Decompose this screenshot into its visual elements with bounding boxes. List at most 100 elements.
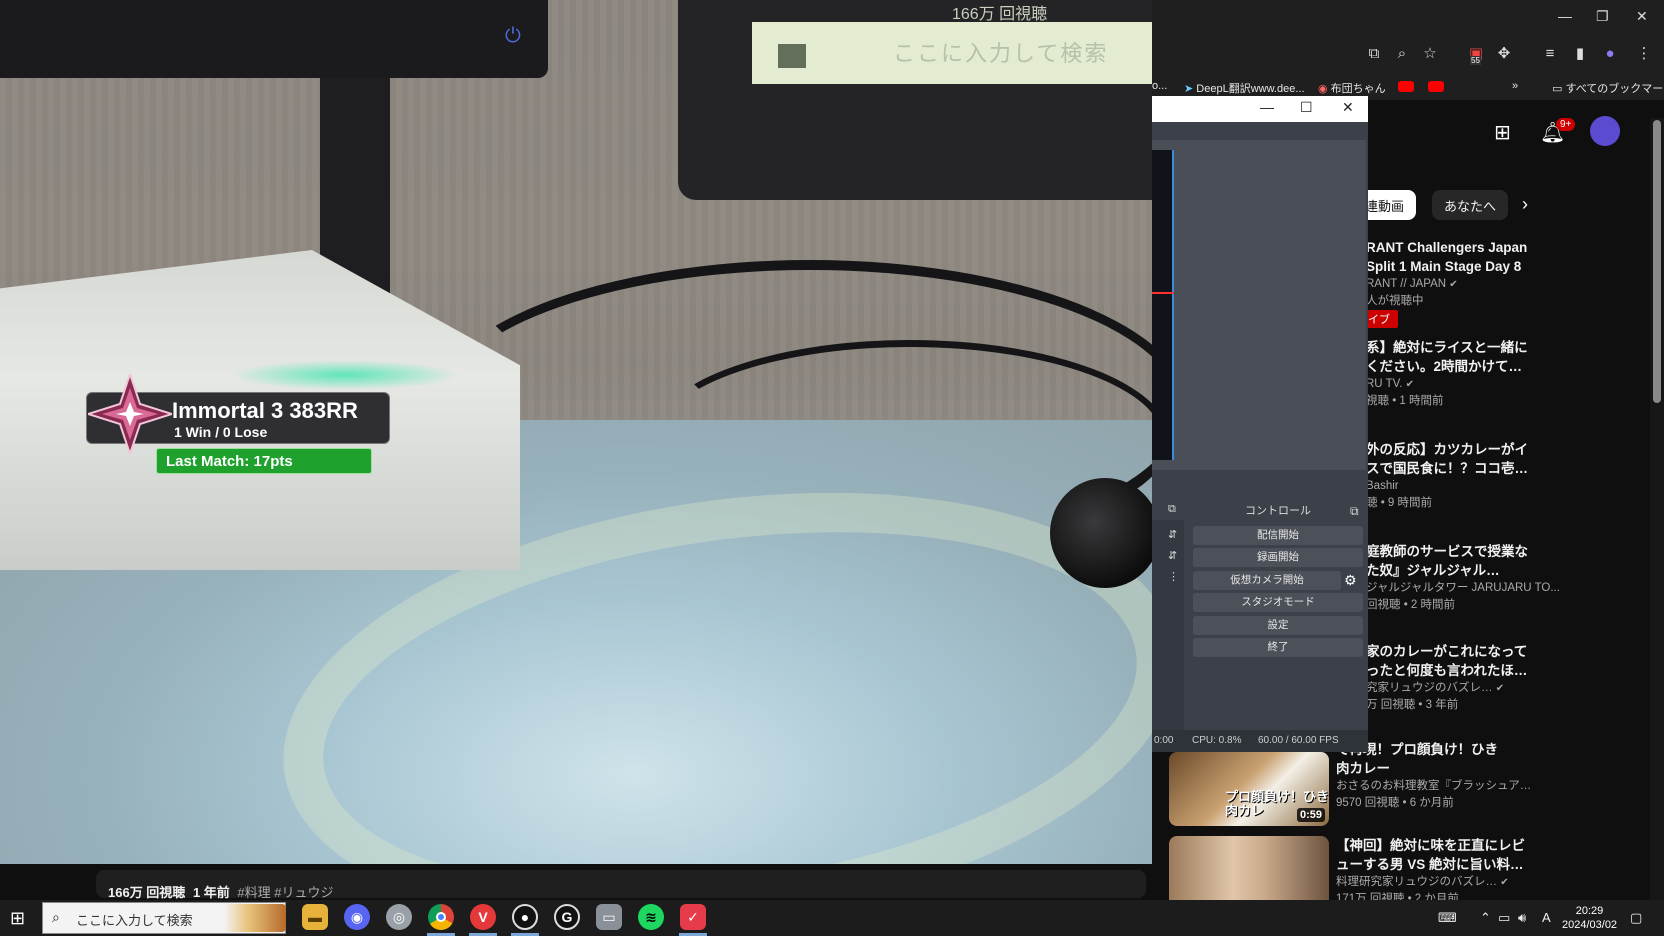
bookmark-futonchan[interactable]: ◉ 布団ちゃん bbox=[1318, 80, 1386, 96]
bookmark-item[interactable]: o... bbox=[1152, 80, 1167, 92]
obs-status-fps: 60.00 / 60.00 FPS bbox=[1258, 735, 1339, 746]
list-item[interactable]: RANT Challengers Japan Split 1 Main Stag… bbox=[1366, 238, 1650, 328]
rec-title: 家のカレーがこれになって bbox=[1366, 644, 1528, 659]
rec-channel-name: RANT // JAPAN bbox=[1366, 278, 1447, 290]
rec-channel: RU TV. ✔ bbox=[1366, 376, 1650, 393]
list-item[interactable]: 系】絶対にライスと一緒に ください。2時間かけて… RU TV. ✔ 視聴 • … bbox=[1366, 338, 1650, 410]
bookmark-overflow-icon[interactable]: » bbox=[1512, 80, 1518, 92]
video-tags[interactable]: #料理 #リュウジ bbox=[237, 885, 333, 900]
taskbar-clock[interactable]: 20:29 2024/03/02 bbox=[1562, 904, 1617, 932]
obs-maximize-icon[interactable]: ☐ bbox=[1300, 99, 1313, 116]
video-views: 166万 回視聴 bbox=[108, 885, 186, 900]
rec-channel: おさるのお料理教室『ブラッシュア… bbox=[1336, 780, 1532, 792]
extensions-puzzle-icon[interactable]: ✥ bbox=[1494, 44, 1514, 64]
spotify-icon[interactable]: ≋ bbox=[638, 904, 664, 930]
chevron-up-down-icon[interactable]: ⇵ bbox=[1168, 528, 1177, 541]
profile-icon[interactable]: ● bbox=[1600, 44, 1620, 64]
obs-icon[interactable]: ● bbox=[512, 904, 538, 930]
windows-start-icon[interactable]: ⊞ bbox=[10, 908, 25, 929]
tab-count-badge: 55 bbox=[1470, 56, 1481, 65]
app-red-icon[interactable]: ✓ bbox=[680, 904, 706, 930]
more-dots-icon[interactable]: ⋮ bbox=[1168, 570, 1179, 583]
volume-icon[interactable]: 🔊︎ bbox=[1518, 910, 1526, 926]
start-virtual-camera-button[interactable]: 仮想カメラ開始 bbox=[1193, 571, 1341, 590]
settings-button[interactable]: 設定 bbox=[1193, 616, 1363, 635]
gear-icon[interactable]: ⚙ bbox=[1344, 572, 1357, 589]
restore-icon[interactable]: ❐ bbox=[1596, 8, 1609, 25]
rec-channel: RANT // JAPAN ✔ bbox=[1366, 276, 1650, 293]
avatar[interactable] bbox=[1590, 116, 1620, 146]
obs-titlebar: — ☐ ✕ bbox=[1152, 96, 1368, 122]
immortal-rank-icon bbox=[88, 374, 172, 454]
list-item[interactable]: 外の反応】カツカレーがイ スで国民食に！？ココ壱… Bashir 聴 • 9 時… bbox=[1366, 440, 1650, 512]
install-app-icon[interactable]: ⧉ bbox=[1364, 44, 1384, 64]
studio-mode-button[interactable]: スタジオモード bbox=[1193, 593, 1363, 612]
notification-badge: 9+ bbox=[1556, 118, 1576, 131]
valorant-icon[interactable]: V bbox=[470, 904, 496, 930]
notification-center-icon[interactable]: ▢ bbox=[1630, 910, 1642, 926]
app-globe-icon[interactable]: ◎ bbox=[386, 904, 412, 930]
chevron-right-icon[interactable]: › bbox=[1522, 194, 1528, 215]
bookmark-youtube-1[interactable] bbox=[1398, 80, 1414, 92]
app-window-icon[interactable]: ▭ bbox=[596, 904, 622, 930]
keyboard-tray-icon[interactable]: ⌨ bbox=[1438, 910, 1457, 926]
rec-title: ューする男 VS 絶対に旨い料… bbox=[1336, 857, 1524, 872]
bookmark-deepl-label: DeepL翻訳www.dee... bbox=[1196, 83, 1305, 95]
chevron-up-down-icon[interactable]: ⇵ bbox=[1168, 549, 1177, 562]
rec-title: Split 1 Main Stage Day 8 bbox=[1366, 259, 1522, 274]
side-panel-icon[interactable]: ▮ bbox=[1570, 44, 1590, 64]
zoom-icon[interactable]: ⌕ bbox=[1392, 44, 1412, 64]
rec-channel: ジャルジャルタワー JARUJARU TO... bbox=[1366, 582, 1560, 594]
live-badge: イブ bbox=[1366, 310, 1398, 328]
rec-title: 庭教師のサービスで授業な bbox=[1366, 544, 1528, 559]
bookmark-youtube-2[interactable] bbox=[1428, 80, 1444, 92]
obs-dock-popout-icon[interactable]: ⧉ bbox=[1168, 503, 1176, 516]
scrollbar-thumb[interactable] bbox=[1653, 120, 1661, 403]
obs-preview-area[interactable] bbox=[1152, 140, 1366, 470]
discord-icon[interactable]: ◉ bbox=[344, 904, 370, 930]
chip-for-you[interactable]: あなたへ bbox=[1432, 190, 1509, 220]
bookmark-all[interactable]: ▭ すべてのブックマーク bbox=[1552, 80, 1664, 96]
start-recording-button[interactable]: 録画開始 bbox=[1193, 548, 1363, 567]
youtube-icon bbox=[1398, 80, 1414, 92]
bookmark-deepl[interactable]: ➤ DeepL翻訳www.dee... bbox=[1184, 80, 1305, 96]
bookmark-futonchan-label: 布団ちゃん bbox=[1330, 83, 1386, 95]
close-icon[interactable]: ✕ bbox=[1636, 8, 1648, 25]
rec-title: 肉カレー bbox=[1336, 761, 1390, 776]
obs-close-icon[interactable]: ✕ bbox=[1342, 99, 1354, 116]
power-led-icon: ⏻ bbox=[505, 25, 521, 47]
futon-icon: ◉ bbox=[1318, 83, 1328, 95]
video-thumbnail[interactable] bbox=[1169, 836, 1329, 900]
deepl-icon: ➤ bbox=[1184, 83, 1194, 95]
file-explorer-icon[interactable]: ▬ bbox=[302, 904, 328, 930]
network-icon[interactable]: ▭ bbox=[1498, 910, 1510, 926]
obs-controls-header: コントロール bbox=[1188, 500, 1368, 522]
media-control-icon[interactable]: ≡ bbox=[1540, 44, 1560, 64]
obs-status-cpu: CPU: 0.8% bbox=[1192, 735, 1242, 746]
list-item[interactable]: 庭教師のサービスで授業な た奴』ジャルジャル… ジャルジャルタワー JARUJA… bbox=[1366, 542, 1650, 614]
obs-dock-popout-icon[interactable]: ⧉ bbox=[1350, 504, 1359, 519]
search-icon: ⌕ bbox=[52, 909, 60, 925]
video-thumbnail[interactable]: プロ顔負け！ひき肉カレ 0:59 bbox=[1169, 752, 1329, 826]
exit-button[interactable]: 終了 bbox=[1193, 638, 1363, 657]
minimize-icon[interactable]: — bbox=[1558, 8, 1572, 24]
bookmark-star-icon[interactable]: ☆ bbox=[1420, 44, 1440, 64]
verified-icon: ✔ bbox=[1495, 683, 1505, 694]
list-item[interactable]: 【神回】絶対に味を正直にレビ ューする男 VS 絶対に旨い料… 料理研究家リュウ… bbox=[1336, 836, 1650, 900]
logitech-g-icon[interactable]: G bbox=[554, 904, 580, 930]
rec-title: スで国民食に！？ココ壱… bbox=[1366, 461, 1528, 476]
ime-indicator[interactable]: A bbox=[1542, 910, 1551, 925]
menu-dots-icon[interactable]: ⋮ bbox=[1634, 44, 1654, 64]
list-item[interactable]: で再現！プロ顔負け！ひき 肉カレー おさるのお料理教室『ブラッシュア… 9570… bbox=[1336, 740, 1650, 812]
obs-preview-canvas[interactable] bbox=[1152, 150, 1174, 460]
obs-status-time: 0:00 bbox=[1154, 735, 1174, 746]
rec-meta: 万 回視聴 • 3 年前 bbox=[1366, 699, 1459, 711]
obs-minimize-icon[interactable]: — bbox=[1260, 99, 1274, 115]
list-item[interactable]: 家のカレーがこれになって ったと何度も言われたほ… 究家リュウジのバズレ… ✔ … bbox=[1366, 642, 1650, 714]
bookmark-all-label: すべてのブックマーク bbox=[1565, 83, 1664, 95]
chevron-up-icon[interactable]: ⌃ bbox=[1480, 910, 1491, 926]
start-streaming-button[interactable]: 配信開始 bbox=[1193, 526, 1363, 545]
chrome-icon[interactable] bbox=[428, 904, 454, 930]
create-video-icon[interactable]: ⊞ bbox=[1494, 120, 1511, 145]
rec-title: 系】絶対にライスと一緒に bbox=[1366, 340, 1528, 355]
